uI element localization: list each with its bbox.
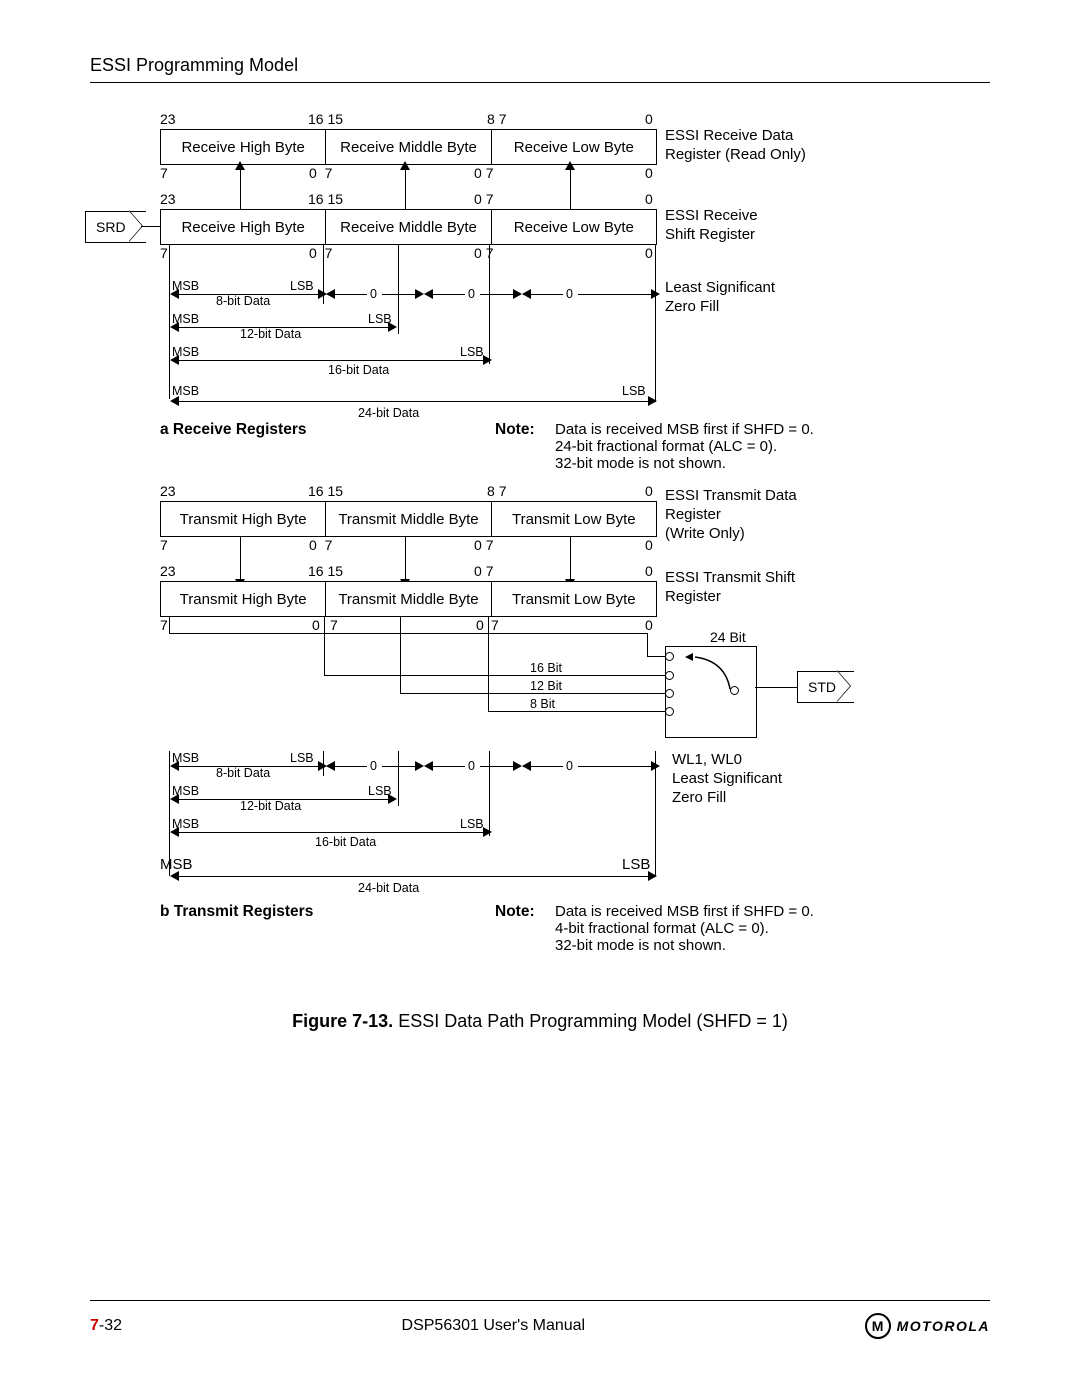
note-rx: Data is received MSB first if SHFD = 0. … (555, 421, 814, 472)
s7-2: 7 (160, 245, 168, 261)
zero-fill-label: Least SignificantZero Fill (665, 279, 775, 317)
tx-s0-1: 0 (645, 537, 653, 553)
tx-data-register: Transmit High Byte Transmit Middle Byte … (160, 501, 657, 537)
footer: 7-32 DSP56301 User's Manual M MOTOROLA (90, 1313, 990, 1339)
z3: 0 (566, 287, 573, 301)
tx-bit-0: 0 (645, 483, 653, 499)
tx-sep-1b: 7 (330, 617, 338, 633)
d12: 12-bit Data (240, 327, 301, 341)
bit-16-15-b: 16 15 (308, 191, 343, 207)
tx-data-mid: Transmit Middle Byte (326, 502, 491, 536)
tx-caption: b Transmit Registers (160, 903, 313, 921)
rx-data-low: Receive Low Byte (492, 130, 656, 164)
rx-data-label: ESSI Receive DataRegister (Read Only) (665, 127, 806, 165)
note-label-tx: Note: (495, 903, 535, 921)
tx-sep-1: 0 (312, 617, 320, 633)
bit-0-b: 0 (645, 191, 653, 207)
td12: 12-bit Data (240, 799, 301, 813)
tx-s0-3: 0 (645, 617, 653, 633)
rx-data-register: Receive High Byte Receive Middle Byte Re… (160, 129, 657, 165)
tx-bit-23: 23 (160, 483, 176, 499)
tx-bit-0-b: 0 (645, 563, 653, 579)
rx-shift-register: Receive High Byte Receive Middle Byte Re… (160, 209, 657, 245)
d8: 8-bit Data (216, 294, 270, 308)
rx-shift-mid: Receive Middle Byte (326, 210, 491, 244)
bit-23-b: 23 (160, 191, 176, 207)
figure-caption: Figure 7-13. ESSI Data Path Programming … (90, 1011, 990, 1032)
rx-caption: a Receive Registers (160, 421, 306, 439)
tx-data-label: ESSI Transmit DataRegister(Write Only) (665, 487, 797, 543)
tx-shift-low: Transmit Low Byte (492, 582, 656, 616)
tx-shift-register: Transmit High Byte Transmit Middle Byte … (160, 581, 657, 617)
selector-arc (675, 651, 745, 711)
tx-bit-16-15-b: 16 15 (308, 563, 343, 579)
tx-s0-7-2: 0 7 (474, 537, 493, 553)
s0-7-1: 0 7 (309, 165, 332, 181)
diagram: 23 16 15 8 7 0 Receive High Byte Receive… (90, 111, 990, 1111)
tx-s7-2: 7 (160, 617, 168, 633)
tx-shift-label: ESSI Transmit ShiftRegister (665, 569, 795, 607)
bit12: 12 Bit (530, 679, 562, 693)
footer-rule (90, 1300, 990, 1301)
bit-16-15: 16 15 (308, 111, 343, 127)
bit8: 8 Bit (530, 697, 555, 711)
rx-shift-label: ESSI ReceiveShift Register (665, 207, 758, 245)
tx-s7-1: 7 (160, 537, 168, 553)
tlsb-1: LSB (290, 751, 314, 765)
tz3: 0 (566, 759, 573, 773)
bit-0: 0 (645, 111, 653, 127)
manual-title: DSP56301 User's Manual (402, 1317, 586, 1335)
tx-shift-mid: Transmit Middle Byte (326, 582, 491, 616)
tx-shift-high: Transmit High Byte (161, 582, 326, 616)
motorola-icon: M (865, 1313, 891, 1339)
tx-data-high: Transmit High Byte (161, 502, 326, 536)
tx-s0-7-1: 0 7 (309, 537, 332, 553)
s0-2: 0 (645, 245, 653, 261)
tz2: 0 (468, 759, 475, 773)
tx-sep-2b: 7 (491, 617, 499, 633)
d24: 24-bit Data (358, 406, 419, 420)
rx-shift-high: Receive High Byte (161, 210, 326, 244)
tlsb-3: LSB (460, 817, 484, 831)
z2: 0 (468, 287, 475, 301)
tx-bit-8-7: 8 7 (487, 483, 506, 499)
bit16: 16 Bit (530, 661, 562, 675)
tlsb-4: LSB (622, 856, 650, 873)
td8: 8-bit Data (216, 766, 270, 780)
tx-bit-16-15: 16 15 (308, 483, 343, 499)
bit-23: 23 (160, 111, 176, 127)
bit24: 24 Bit (710, 629, 746, 645)
page-number: 7-32 (90, 1317, 122, 1335)
section-title: ESSI Programming Model (90, 55, 990, 76)
rx-data-high: Receive High Byte (161, 130, 326, 164)
s0-7-2: 0 7 (474, 165, 493, 181)
z1: 0 (370, 287, 377, 301)
lsb-1: LSB (290, 279, 314, 293)
lsb-4: LSB (622, 384, 646, 398)
note-tx: Data is received MSB first if SHFD = 0. … (555, 903, 814, 954)
s0-1: 0 (645, 165, 653, 181)
wl-label: WL1, WL0 Least Significant Zero Fill (672, 751, 782, 807)
td16: 16-bit Data (315, 835, 376, 849)
s0-7-4: 0 7 (474, 245, 493, 261)
tx-bit-23-b: 23 (160, 563, 176, 579)
rx-data-mid: Receive Middle Byte (326, 130, 491, 164)
header-rule (90, 82, 990, 83)
note-label-rx: Note: (495, 421, 535, 439)
motorola-logo: M MOTOROLA (865, 1313, 990, 1339)
s0-7-3: 0 7 (309, 245, 332, 261)
rx-shift-low: Receive Low Byte (492, 210, 656, 244)
td24: 24-bit Data (358, 881, 419, 895)
tx-sep-2: 0 (476, 617, 484, 633)
tz1: 0 (370, 759, 377, 773)
lsb-3: LSB (460, 345, 484, 359)
bit-8-7: 8 7 (487, 111, 506, 127)
d16: 16-bit Data (328, 363, 389, 377)
tx-bit-0-7-b: 0 7 (474, 563, 493, 579)
s7-1: 7 (160, 165, 168, 181)
bit-0-7-b: 0 7 (474, 191, 493, 207)
tx-data-low: Transmit Low Byte (492, 502, 656, 536)
